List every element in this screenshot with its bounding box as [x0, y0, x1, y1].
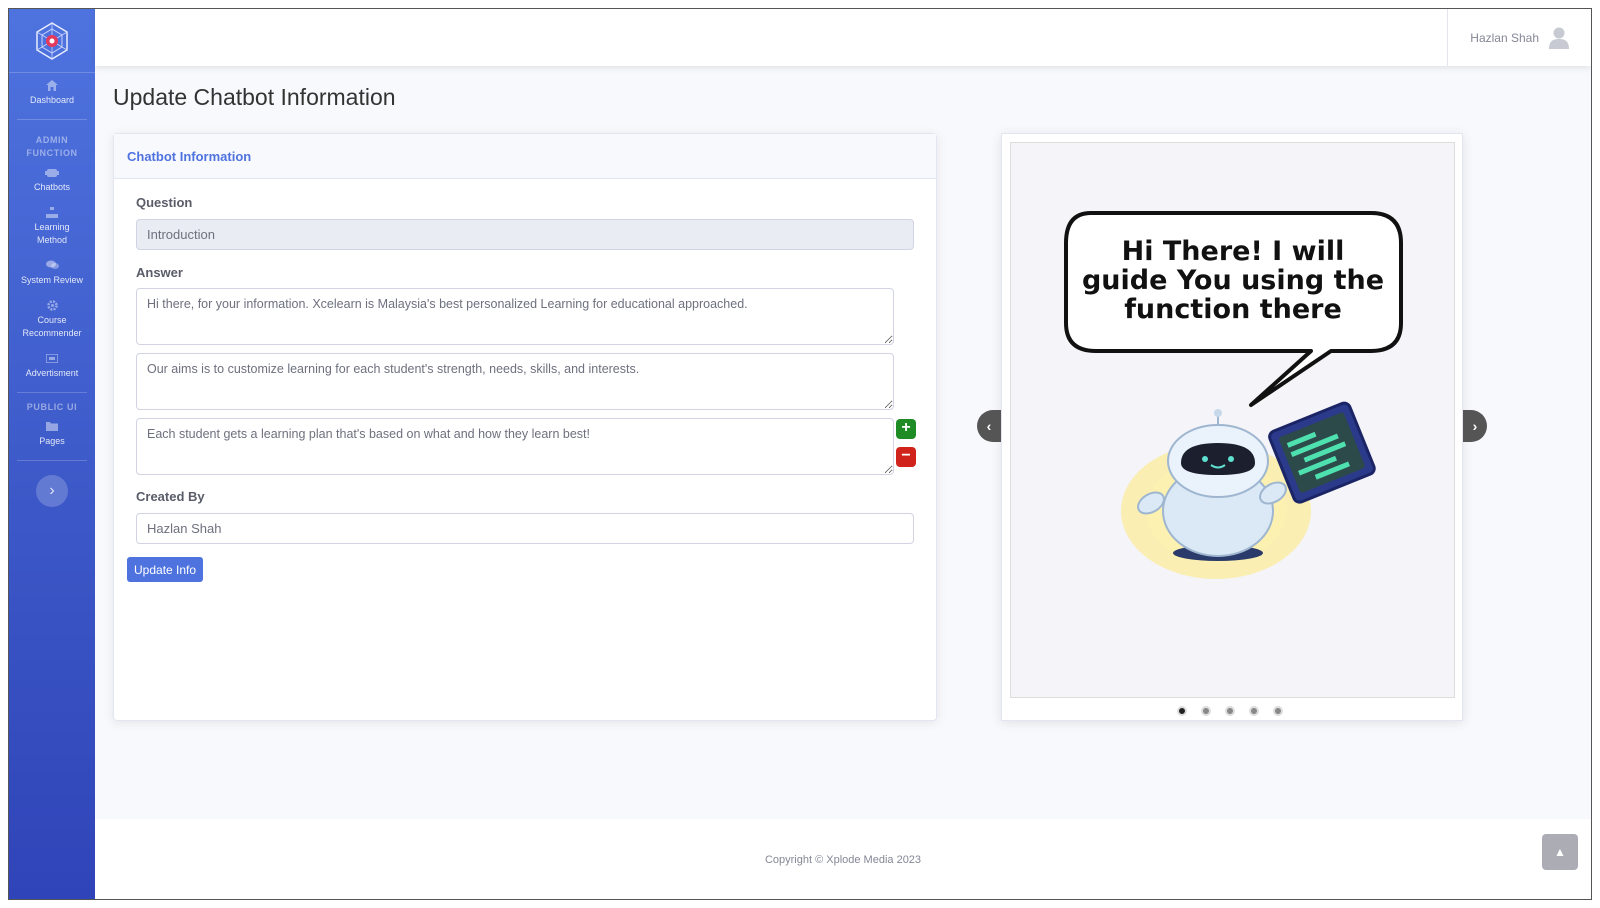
- brand-logo[interactable]: [9, 9, 95, 73]
- answer-textarea-2[interactable]: Our aims is to customize learning for ea…: [136, 353, 894, 410]
- sidebar-item-label: Chatbots: [33, 182, 71, 192]
- sidebar-item-system-review[interactable]: System Review: [9, 253, 95, 293]
- answer-label: Answer: [136, 265, 183, 280]
- chatbot-guide-illustration: Hi There! I will guide You using the fun…: [1064, 211, 1403, 579]
- bubble-line-1: Hi There! I will: [1122, 236, 1345, 267]
- user-name: Hazlan Shah: [1470, 30, 1539, 45]
- sidebar-item-label: Course Recommender: [22, 315, 82, 338]
- sidebar-divider: [17, 392, 87, 393]
- gear-icon: [46, 299, 58, 311]
- chevron-right-icon: ›: [1472, 418, 1478, 434]
- answer-textarea-3[interactable]: Each student gets a learning plan that's…: [136, 418, 894, 475]
- page-title: Update Chatbot Information: [113, 84, 396, 110]
- sidebar-heading-admin: ADMIN FUNCTION: [26, 135, 78, 158]
- created-by-input[interactable]: [136, 513, 914, 544]
- bubble-line-3: function there: [1124, 294, 1342, 325]
- sidebar-item-label: Dashboard: [29, 95, 75, 105]
- remove-answer-button[interactable]: −: [896, 447, 916, 467]
- carousel-dot-4[interactable]: [1249, 706, 1259, 716]
- chatbot-info-card: Chatbot Information Question Answer Hi t…: [113, 133, 937, 721]
- guide-carousel: Hi There! I will guide You using the fun…: [1001, 133, 1463, 721]
- sidebar-divider: [17, 460, 87, 461]
- sitemap-icon: [46, 206, 58, 218]
- sidebar-item-label: Pages: [39, 436, 65, 446]
- answer-textarea-1[interactable]: Hi there, for your information. Xcelearn…: [136, 288, 894, 345]
- sidebar: Dashboard ADMIN FUNCTION Chatbots Learni…: [9, 9, 95, 899]
- created-by-label: Created By: [136, 489, 205, 504]
- topbar: Hazlan Shah: [95, 9, 1591, 66]
- user-avatar-icon: [1549, 27, 1569, 49]
- carousel-slide: Hi There! I will guide You using the fun…: [1010, 142, 1455, 698]
- chevron-left-icon: ‹: [986, 418, 992, 434]
- sidebar-item-pages[interactable]: Pages: [9, 414, 95, 454]
- question-label: Question: [136, 195, 193, 210]
- sidebar-item-label: System Review: [20, 275, 83, 285]
- logo-icon: [36, 21, 68, 60]
- sidebar-toggle-button[interactable]: ›: [36, 475, 68, 507]
- ad-icon: [46, 352, 58, 364]
- chevron-up-icon: ▲: [1554, 845, 1566, 859]
- sidebar-item-advertisment[interactable]: Advertisment: [9, 346, 95, 386]
- question-input[interactable]: [136, 219, 914, 250]
- sidebar-divider: [17, 119, 87, 120]
- sidebar-item-course-recommender[interactable]: Course Recommender: [9, 293, 95, 346]
- sidebar-item-label: Learning Method: [34, 222, 70, 245]
- user-menu[interactable]: Hazlan Shah: [1447, 9, 1569, 66]
- sidebar-heading-public: PUBLIC UI: [26, 402, 78, 412]
- sidebar-item-dashboard[interactable]: Dashboard: [9, 73, 95, 113]
- sidebar-item-label: Advertisment: [25, 368, 79, 378]
- robot-icon: [45, 166, 59, 178]
- update-info-button[interactable]: Update Info: [127, 557, 204, 582]
- home-icon: [46, 79, 58, 91]
- carousel-dot-2[interactable]: [1201, 706, 1211, 716]
- carousel-dot-1[interactable]: [1177, 706, 1187, 716]
- card-header: Chatbot Information: [114, 134, 936, 179]
- scroll-to-top-button[interactable]: ▲: [1542, 834, 1578, 870]
- comments-icon: [45, 259, 59, 271]
- carousel-dot-3[interactable]: [1225, 706, 1235, 716]
- bubble-line-2: guide You using the: [1082, 265, 1384, 296]
- carousel-prev-button[interactable]: ‹: [977, 410, 1001, 442]
- app-frame: Dashboard ADMIN FUNCTION Chatbots Learni…: [8, 8, 1592, 900]
- sidebar-item-learning-method[interactable]: Learning Method: [9, 200, 95, 253]
- carousel-next-button[interactable]: ›: [1463, 410, 1487, 442]
- carousel-indicators: [1177, 706, 1283, 716]
- folder-icon: [46, 420, 58, 432]
- footer: Copyright © Xplode Media 2023: [95, 819, 1591, 899]
- copyright-text: Copyright © Xplode Media 2023: [764, 854, 922, 866]
- chevron-right-icon: ›: [49, 482, 55, 499]
- add-answer-button[interactable]: +: [896, 419, 916, 439]
- sidebar-item-chatbots[interactable]: Chatbots: [9, 160, 95, 200]
- carousel-dot-5[interactable]: [1273, 706, 1283, 716]
